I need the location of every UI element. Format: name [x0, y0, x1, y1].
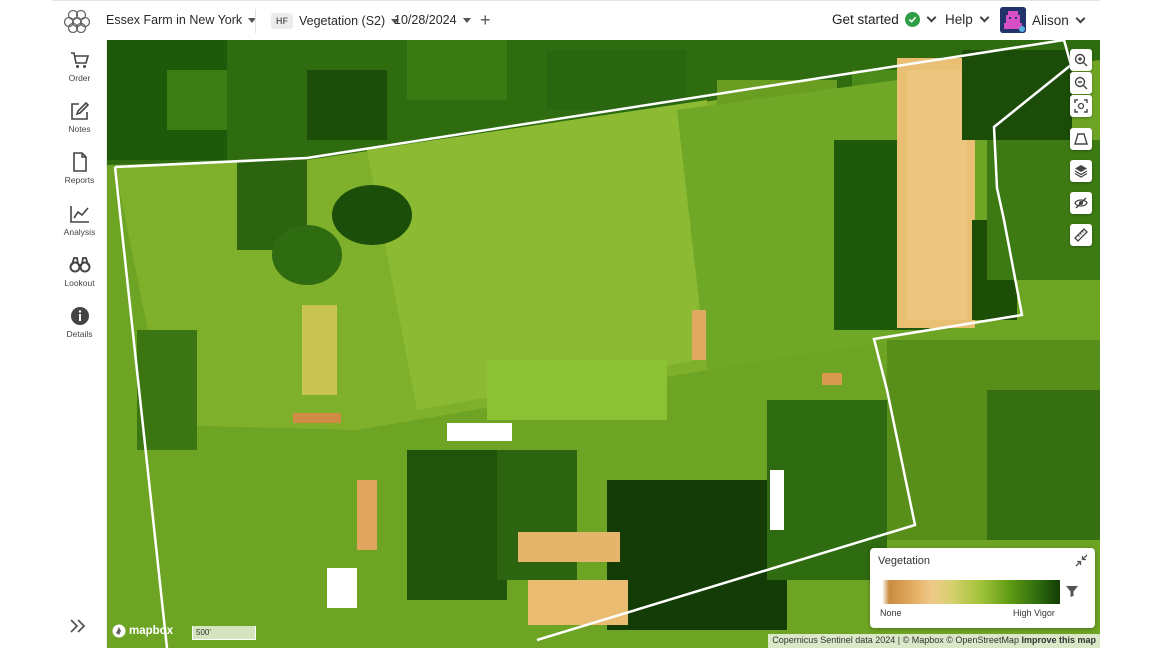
sidebar-item-label: Analysis	[63, 227, 96, 237]
divider	[255, 9, 256, 33]
legend-max-label: High Vigor	[1013, 608, 1055, 618]
caret-down-icon	[462, 17, 471, 23]
layer-badge: HF	[271, 13, 293, 29]
perspective-icon	[1074, 133, 1088, 145]
legend-min-label: None	[880, 608, 902, 618]
top-bar: Essex Farm in New York HF Vegetation (S2…	[52, 0, 1100, 40]
mapbox-logo-text: mapbox	[129, 625, 174, 637]
mapbox-logo[interactable]: mapbox	[112, 624, 173, 638]
date-selector[interactable]: 10/28/2024	[394, 13, 471, 27]
map-scale: 500'	[192, 626, 256, 640]
sidebar-item-label: Reports	[64, 175, 95, 185]
map-view[interactable]: Vegetation None High Vigor mapbox 500' C…	[107, 40, 1100, 648]
mapbox-icon	[112, 624, 126, 638]
measure-button[interactable]	[1070, 224, 1092, 246]
help-menu[interactable]: Help	[945, 12, 990, 27]
avatar	[1000, 7, 1026, 33]
vegetation-legend: Vegetation None High Vigor	[870, 548, 1095, 628]
double-chevron-right-icon[interactable]	[68, 618, 88, 634]
sidebar-item-details[interactable]: Details	[52, 306, 107, 339]
legend-color-ramp	[882, 580, 1060, 604]
sidebar-item-reports[interactable]: Reports	[52, 152, 107, 185]
chevron-down-icon	[1075, 13, 1086, 23]
help-label: Help	[945, 12, 973, 27]
user-menu[interactable]: Alison	[1000, 7, 1086, 33]
add-layer-button[interactable]: +	[480, 9, 491, 31]
document-icon	[72, 152, 87, 172]
cart-icon	[70, 52, 89, 68]
get-started-menu[interactable]: Get started	[832, 12, 937, 27]
zoom-out-icon	[1074, 76, 1088, 90]
fit-bounds-button[interactable]	[1070, 95, 1092, 117]
layer-selector[interactable]: HF Vegetation (S2)	[271, 13, 400, 29]
layer-name: Vegetation (S2)	[299, 14, 386, 28]
chevron-down-icon	[979, 12, 990, 23]
sidebar-item-analysis[interactable]: Analysis	[52, 204, 107, 237]
sidebar-item-label: Notes	[68, 124, 91, 134]
ruler-icon	[1074, 228, 1088, 242]
date-value: 10/28/2024	[394, 13, 457, 27]
fit-bounds-icon	[1074, 99, 1088, 113]
sidebar-item-label: Lookout	[64, 278, 95, 288]
tilt-button[interactable]	[1070, 128, 1092, 150]
zoom-out-button[interactable]	[1070, 72, 1092, 94]
get-started-label: Get started	[832, 12, 899, 27]
attribution-text: Copernicus Sentinel data 2024 | © Mapbox…	[772, 635, 1019, 645]
sidebar-item-label: Order	[68, 73, 91, 83]
sidebar-item-order[interactable]: Order	[52, 50, 107, 83]
eye-off-icon	[1074, 197, 1088, 209]
farm-selector[interactable]: Essex Farm in New York	[106, 13, 257, 27]
check-circle-icon	[904, 12, 920, 27]
edit-icon	[70, 101, 89, 120]
zoom-in-button[interactable]	[1070, 49, 1092, 71]
map-attribution: Copernicus Sentinel data 2024 | © Mapbox…	[768, 634, 1100, 648]
chart-icon	[69, 206, 89, 223]
sidebar-item-notes[interactable]: Notes	[52, 101, 107, 134]
info-icon	[70, 307, 89, 325]
filter-icon[interactable]	[1065, 584, 1079, 598]
layers-icon	[1074, 165, 1088, 178]
hide-overlay-button[interactable]	[1070, 192, 1092, 214]
app-logo-icon[interactable]	[64, 9, 90, 33]
zoom-in-icon	[1074, 53, 1088, 67]
user-name: Alison	[1032, 12, 1069, 28]
legend-title: Vegetation	[878, 555, 930, 567]
sidebar: Order Notes Reports Analysis Lookout Det…	[52, 40, 107, 648]
improve-map-link[interactable]: Improve this map	[1021, 635, 1096, 645]
collapse-icon[interactable]	[1075, 554, 1088, 567]
sidebar-item-lookout[interactable]: Lookout	[52, 255, 107, 288]
layers-button[interactable]	[1070, 160, 1092, 182]
farm-name: Essex Farm in New York	[106, 13, 243, 27]
binoculars-icon	[69, 257, 90, 273]
chevron-down-icon	[926, 12, 937, 23]
sidebar-item-label: Details	[66, 329, 93, 339]
